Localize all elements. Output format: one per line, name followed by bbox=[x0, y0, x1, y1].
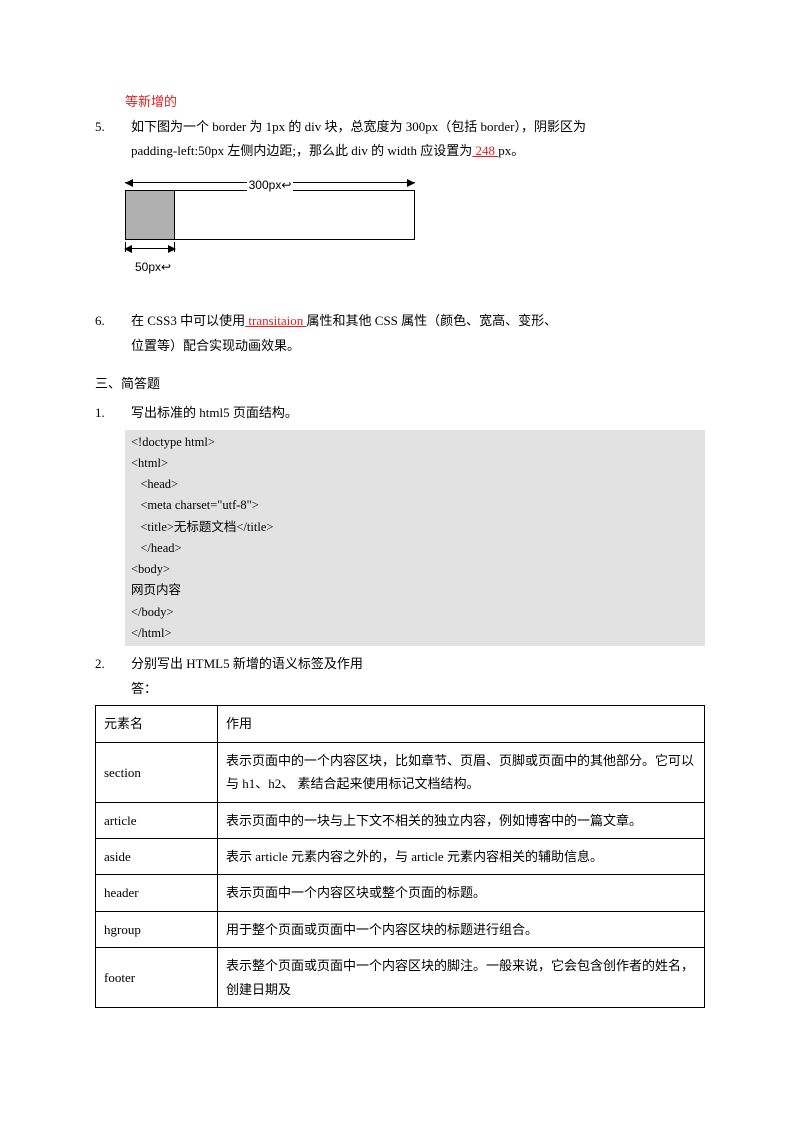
html5-structure-code: <!doctype html> <html> <head> <meta char… bbox=[125, 430, 705, 647]
diagram-content-area bbox=[175, 191, 414, 239]
table-row: article 表示页面中的一块与上下文不相关的独立内容，例如博客中的一篇文章。 bbox=[96, 802, 705, 838]
prev-answer-fragment: 等新增的 bbox=[125, 94, 177, 109]
table-row: section 表示页面中的一个内容区块，比如章节、页眉、页脚或页面中的其他部分… bbox=[96, 742, 705, 802]
cell-element: footer bbox=[96, 948, 218, 1008]
cell-element: article bbox=[96, 802, 218, 838]
cell-purpose: 表示页面中的一块与上下文不相关的独立内容，例如博客中的一篇文章。 bbox=[218, 802, 705, 838]
diagram-padding-area bbox=[126, 191, 175, 239]
short-answer-1: 1. 写出标准的 html5 页面结构。 bbox=[95, 401, 705, 426]
short-answer-2: 2. 分别写出 HTML5 新增的语义标签及作用 答： bbox=[95, 652, 705, 701]
code-line: <title>无标题文档</title> bbox=[131, 517, 699, 538]
q5-text-1: 如下图为一个 border 为 1px 的 div 块，总宽度为 300px（包… bbox=[131, 119, 586, 134]
section-3-title: 三、简答题 bbox=[95, 372, 705, 397]
q5-text-2: padding-left:50px 左侧内边距;，那么此 div 的 width… bbox=[131, 143, 472, 158]
q6-answer: transitaion bbox=[245, 313, 306, 328]
cell-purpose: 表示页面中的一个内容区块，比如章节、页眉、页脚或页面中的其他部分。它可以与 h1… bbox=[218, 742, 705, 802]
diagram-padding-label: 50px↩ bbox=[135, 256, 415, 279]
q5-text-3: px。 bbox=[498, 143, 524, 158]
question-6: 6. 在 CSS3 中可以使用 transitaion 属性和其他 CSS 属性… bbox=[95, 309, 705, 358]
sa1-number: 1. bbox=[95, 401, 131, 426]
table-row: hgroup 用于整个页面或页面中一个内容区块的标题进行组合。 bbox=[96, 911, 705, 947]
code-line: <meta charset="utf-8"> bbox=[131, 495, 699, 516]
code-line: <body> bbox=[131, 559, 699, 580]
table-row: aside 表示 article 元素内容之外的，与 article 元素内容相… bbox=[96, 839, 705, 875]
cell-element: header bbox=[96, 875, 218, 911]
diagram-width-label: 300px↩ bbox=[247, 174, 294, 197]
cell-purpose: 用于整个页面或页面中一个内容区块的标题进行组合。 bbox=[218, 911, 705, 947]
th-purpose: 作用 bbox=[218, 706, 705, 742]
code-line: 网页内容 bbox=[131, 580, 699, 601]
code-line: <html> bbox=[131, 453, 699, 474]
code-line: </body> bbox=[131, 602, 699, 623]
cell-purpose: 表示 article 元素内容之外的，与 article 元素内容相关的辅助信息… bbox=[218, 839, 705, 875]
code-line: </html> bbox=[131, 623, 699, 644]
table-row: header 表示页面中一个内容区块或整个页面的标题。 bbox=[96, 875, 705, 911]
cell-purpose: 表示整个页面或页面中一个内容区块的脚注。一般来说，它会包含创作者的姓名，创建日期… bbox=[218, 948, 705, 1008]
question-5: 5. 如下图为一个 border 为 1px 的 div 块，总宽度为 300p… bbox=[95, 115, 705, 164]
q5-answer: 248 bbox=[472, 143, 498, 158]
th-element: 元素名 bbox=[96, 706, 218, 742]
code-line: <head> bbox=[131, 474, 699, 495]
sa1-text: 写出标准的 html5 页面结构。 bbox=[131, 401, 705, 426]
box-model-diagram: 300px↩ 50px↩ bbox=[125, 174, 415, 279]
sa2-number: 2. bbox=[95, 652, 131, 701]
code-line: </head> bbox=[131, 538, 699, 559]
cell-element: aside bbox=[96, 839, 218, 875]
semantic-tags-table: 元素名 作用 section 表示页面中的一个内容区块，比如章节、页眉、页脚或页… bbox=[95, 705, 705, 1008]
q6-text-3: 位置等）配合实现动画效果。 bbox=[131, 338, 300, 353]
q6-text-1: 在 CSS3 中可以使用 bbox=[131, 313, 245, 328]
table-row: footer 表示整个页面或页面中一个内容区块的脚注。一般来说，它会包含创作者的… bbox=[96, 948, 705, 1008]
q5-number: 5. bbox=[95, 115, 131, 164]
q6-number: 6. bbox=[95, 309, 131, 358]
sa2-answer-label: 答： bbox=[131, 681, 157, 696]
cell-element: section bbox=[96, 742, 218, 802]
cell-element: hgroup bbox=[96, 911, 218, 947]
code-line: <!doctype html> bbox=[131, 432, 699, 453]
sa2-text: 分别写出 HTML5 新增的语义标签及作用 bbox=[131, 656, 363, 671]
cell-purpose: 表示页面中一个内容区块或整个页面的标题。 bbox=[218, 875, 705, 911]
q6-text-2: 属性和其他 CSS 属性（颜色、宽高、变形、 bbox=[307, 313, 558, 328]
table-header-row: 元素名 作用 bbox=[96, 706, 705, 742]
